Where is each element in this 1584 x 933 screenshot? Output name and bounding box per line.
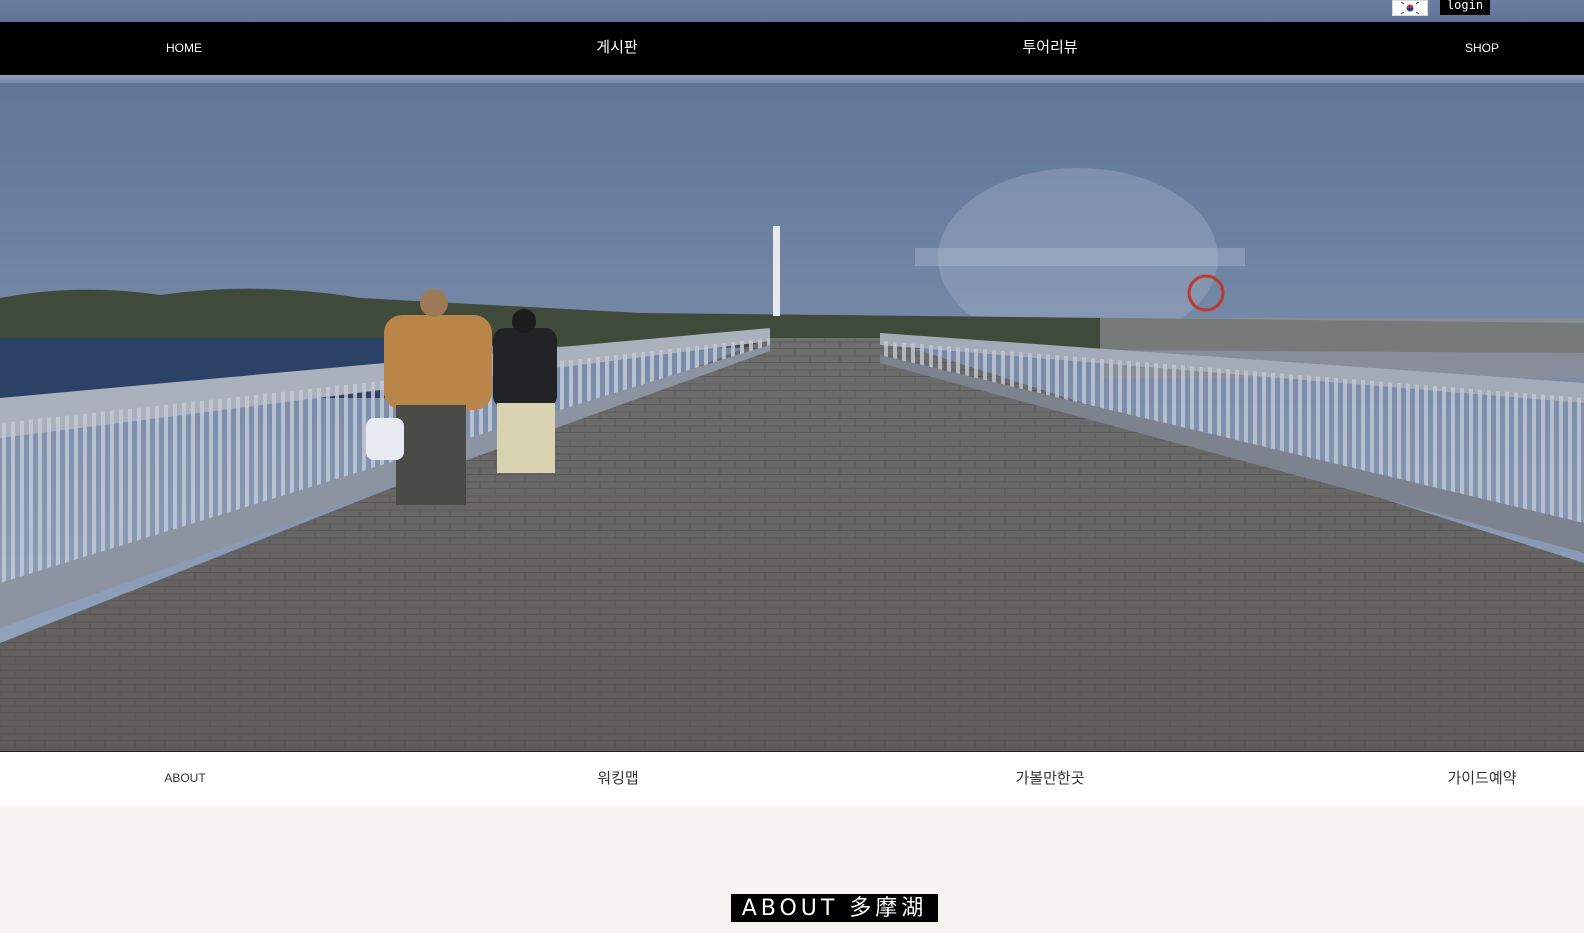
main-nav: HOME 게시판 투어리뷰 SHOP — [0, 22, 1584, 75]
subnav-about[interactable]: ABOUT — [164, 752, 205, 807]
nav-home[interactable]: HOME — [166, 22, 202, 75]
lakeside-bridge-photo — [0, 83, 1584, 751]
subnav-guide-reservation[interactable]: 가이드예약 — [1447, 752, 1516, 807]
login-button[interactable]: login — [1440, 0, 1490, 15]
utility-bar: login — [0, 0, 1584, 22]
subnav-walking-map[interactable]: 워킹맵 — [597, 752, 638, 807]
sub-nav: ABOUT 워킹맵 가볼만한곳 가이드예약 — [0, 751, 1584, 807]
nav-board[interactable]: 게시판 — [596, 22, 637, 75]
hero-image — [0, 83, 1584, 751]
nav-divider — [0, 75, 1584, 83]
about-title: ABOUT 多摩湖 — [731, 894, 938, 922]
subnav-places-to-visit[interactable]: 가볼만한곳 — [1015, 752, 1084, 807]
nav-shop[interactable]: SHOP — [1465, 22, 1499, 75]
korea-flag-icon[interactable] — [1392, 0, 1428, 16]
nav-tour-review[interactable]: 투어리뷰 — [1022, 22, 1077, 75]
